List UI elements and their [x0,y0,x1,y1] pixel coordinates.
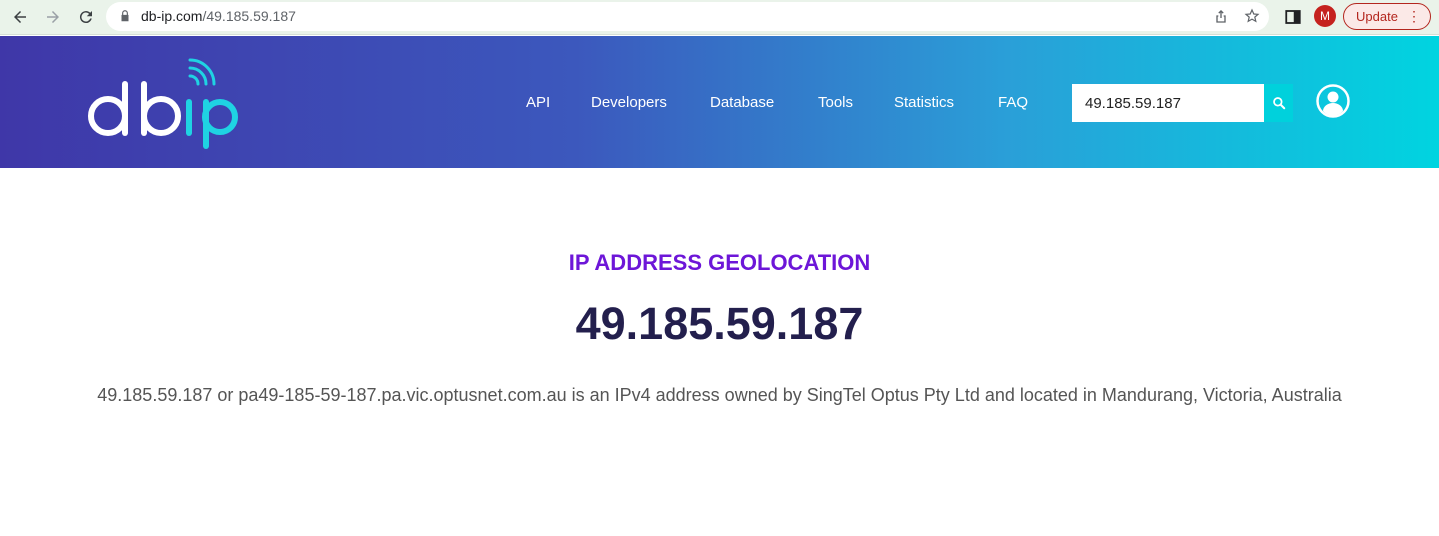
reload-icon[interactable] [74,5,98,29]
update-label: Update [1356,9,1398,24]
star-icon[interactable] [1244,8,1260,24]
url-path: /49.185.59.187 [202,8,296,24]
nav-tools[interactable]: Tools [818,94,853,111]
nav-database[interactable]: Database [710,94,774,111]
url-domain: db-ip.com [141,8,203,24]
dbip-logo[interactable] [86,54,241,154]
search-icon [1272,97,1285,110]
nav-faq[interactable]: FAQ [998,94,1028,111]
section-heading: IP ADDRESS GEOLOCATION [568,250,871,275]
sidebar-icon[interactable] [1284,8,1302,26]
back-arrow-icon[interactable] [8,5,32,29]
search-button[interactable] [1264,84,1293,122]
nav-statistics[interactable]: Statistics [894,94,954,111]
share-icon[interactable] [1213,8,1229,24]
browser-toolbar: db-ip.com/49.185.59.187 M Update ⋮ [0,0,1439,35]
update-button[interactable]: Update ⋮ [1343,3,1431,30]
more-vert-icon[interactable]: ⋮ [1407,9,1421,23]
nav-developers[interactable]: Developers [591,94,667,111]
ip-search-input[interactable] [1072,84,1264,122]
profile-avatar[interactable]: M [1314,5,1336,27]
address-bar[interactable]: db-ip.com/49.185.59.187 [106,2,1269,31]
ip-address-title: 49.185.59.187 [575,298,864,349]
forward-arrow-icon[interactable] [41,5,65,29]
nav-api[interactable]: API [526,94,550,111]
site-header: API Developers Database Tools Statistics… [0,36,1439,168]
user-account-icon[interactable] [1316,84,1350,118]
lock-icon[interactable] [118,9,132,23]
url-text[interactable]: db-ip.com/49.185.59.187 [141,8,296,24]
ip-description: 49.185.59.187 or pa49-185-59-187.pa.vic.… [97,385,1342,405]
